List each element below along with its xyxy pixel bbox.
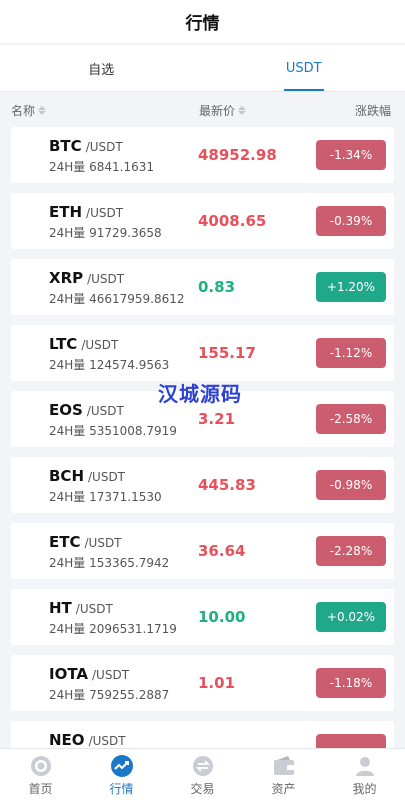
change-badge: -1.34% bbox=[316, 140, 386, 170]
tab-favorites[interactable]: 自选 bbox=[0, 45, 203, 91]
nav-trade-label: 交易 bbox=[190, 782, 215, 796]
volume-24h: 24H量 124574.9563 bbox=[49, 358, 170, 372]
nav-market[interactable]: 行情 bbox=[81, 749, 162, 800]
quote-symbol: /USDT bbox=[92, 668, 130, 682]
change-badge: -2.28% bbox=[316, 536, 386, 566]
quote-symbol: /USDT bbox=[88, 470, 126, 484]
base-symbol: LTC bbox=[49, 335, 78, 353]
bottom-nav: 首页 行情 交易 资产 我的 bbox=[0, 748, 405, 800]
volume-24h: 24H量 759255.2887 bbox=[49, 688, 170, 702]
change-badge: -2.58% bbox=[316, 404, 386, 434]
last-price: 445.83 bbox=[198, 476, 256, 494]
change-badge: -1.12% bbox=[316, 338, 386, 368]
volume-24h: 24H量 17371.1530 bbox=[49, 490, 162, 504]
market-list: BTC/USDT 24H量 6841.1631 48952.98 -1.34% ETH /… bbox=[0, 127, 405, 787]
pair-symbol: ETH/USDT bbox=[49, 203, 123, 221]
change-badge: -1.18% bbox=[316, 668, 386, 698]
market-row[interactable]: HT/USDT 24H量 2096531.1719 10.00 +0.02% bbox=[11, 589, 394, 645]
pair-symbol: ETC/USDT bbox=[49, 533, 122, 551]
watermark-text: 汉城源码 bbox=[158, 382, 242, 406]
pair-symbol: EOS/USDT bbox=[49, 401, 124, 419]
home-icon bbox=[30, 756, 51, 776]
quote-symbol: /USDT bbox=[84, 536, 122, 550]
nav-market-label: 行情 bbox=[109, 782, 134, 796]
pair-symbol: HT/USDT bbox=[49, 599, 113, 617]
last-price: 155.17 bbox=[198, 344, 256, 362]
quote-symbol: /USDT bbox=[87, 272, 125, 286]
base-symbol: BCH bbox=[49, 467, 84, 485]
last-price: 1.01 bbox=[198, 674, 236, 692]
pair-symbol: BTC/USDT bbox=[49, 137, 123, 155]
nav-home-label: 首页 bbox=[28, 782, 53, 796]
volume-24h: 24H量 46617959.8612 bbox=[49, 292, 185, 306]
nav-home[interactable]: 首页 bbox=[0, 749, 81, 800]
sort-by-name[interactable]: 名称 bbox=[11, 102, 47, 119]
user-icon bbox=[355, 757, 374, 776]
base-symbol: XRP bbox=[49, 269, 84, 287]
top-bar: 行情 bbox=[0, 0, 405, 44]
base-symbol: ETC bbox=[49, 533, 81, 551]
market-tabs: 自选 USDT bbox=[0, 45, 405, 92]
base-symbol: BTC bbox=[49, 137, 82, 155]
volume-24h: 24H量 2096531.1719 bbox=[49, 622, 177, 636]
nav-profile-label: 我的 bbox=[352, 782, 377, 796]
volume-24h: 24H量 5351008.7919 bbox=[49, 424, 177, 438]
nav-assets-label: 资产 bbox=[271, 782, 296, 796]
last-price: 10.00 bbox=[198, 608, 246, 626]
column-change-label: 涨跌幅 bbox=[354, 104, 391, 118]
quote-symbol: /USDT bbox=[85, 140, 123, 154]
market-page: 行情 自选 USDT 名称 最新价 涨跌幅 BTC/USDT 24H量 6841.… bbox=[0, 0, 405, 800]
tab-usdt[interactable]: USDT bbox=[203, 45, 405, 91]
quote-symbol: /USDT bbox=[86, 206, 124, 220]
column-price-label: 最新价 bbox=[199, 104, 236, 118]
quote-symbol: /USDT bbox=[88, 734, 126, 748]
base-symbol: ETH bbox=[49, 203, 83, 221]
base-symbol: HT bbox=[49, 599, 72, 617]
volume-24h: 24H量 6841.1631 bbox=[49, 160, 155, 174]
nav-trade[interactable]: 交易 bbox=[162, 749, 243, 800]
market-row[interactable]: XRP/USDT 24H量 46617959.8612 0.83 +1.20% bbox=[11, 259, 394, 315]
change-badge: +0.02% bbox=[316, 602, 386, 632]
pair-symbol: IOTA/USDT bbox=[49, 665, 129, 683]
change-badge: -0.98% bbox=[316, 470, 386, 500]
wallet-icon bbox=[273, 756, 294, 775]
quote-symbol: /USDT bbox=[86, 404, 124, 418]
market-row[interactable]: LTC/USDT 24H量 124574.9563 155.17 -1.12% bbox=[11, 325, 394, 381]
sort-by-price[interactable]: 最新价 bbox=[199, 102, 247, 119]
trade-icon bbox=[192, 756, 213, 776]
column-header: 名称 最新价 涨跌幅 bbox=[0, 98, 405, 122]
last-price: 0.83 bbox=[198, 278, 236, 296]
sort-icon bbox=[38, 106, 47, 115]
market-row[interactable]: ETH/USDT 24H量 91729.3658 4008.65 -0.39% bbox=[11, 193, 394, 249]
pair-symbol: LTC/USDT bbox=[49, 335, 118, 353]
nav-assets[interactable]: 资产 bbox=[243, 749, 324, 800]
market-icon bbox=[110, 755, 133, 777]
base-symbol: NEO bbox=[49, 731, 85, 749]
last-price: 4008.65 bbox=[198, 212, 267, 230]
market-row[interactable]: ETC/USDT 24H量 153365.7942 36.64 -2.28% bbox=[11, 523, 394, 579]
change-badge: -0.39% bbox=[316, 206, 386, 236]
pair-symbol: XRP/USDT bbox=[49, 269, 124, 287]
last-price: 36.64 bbox=[198, 542, 246, 560]
last-price: 48952.98 bbox=[198, 146, 277, 164]
market-row[interactable]: BCH/USDT 24H量 17371.1530 445.83 -0.98% bbox=[11, 457, 394, 513]
column-name-label: 名称 bbox=[11, 104, 36, 118]
market-row[interactable]: BTC/USDT 24H量 6841.1631 48952.98 -1.34% bbox=[11, 127, 394, 183]
volume-24h: 24H量 153365.7942 bbox=[49, 556, 170, 570]
quote-symbol: /USDT bbox=[81, 338, 119, 352]
quote-symbol: /USDT bbox=[75, 602, 113, 616]
market-row[interactable]: IOTA/USDT 24H量 759255.2887 1.01 -1.18% bbox=[11, 655, 394, 711]
change-badge: +1.20% bbox=[316, 272, 386, 302]
sort-icon bbox=[238, 106, 247, 115]
pair-symbol: BCH/USDT bbox=[49, 467, 125, 485]
page-title: 行情 bbox=[185, 14, 220, 34]
base-symbol: IOTA bbox=[49, 665, 89, 683]
last-price: 3.21 bbox=[198, 410, 236, 428]
volume-24h: 24H量 91729.3658 bbox=[49, 226, 162, 240]
base-symbol: EOS bbox=[49, 401, 83, 419]
nav-profile[interactable]: 我的 bbox=[324, 749, 405, 800]
sort-by-change[interactable]: 涨跌幅 bbox=[355, 102, 391, 119]
pair-symbol: NEO/USDT bbox=[49, 731, 126, 749]
